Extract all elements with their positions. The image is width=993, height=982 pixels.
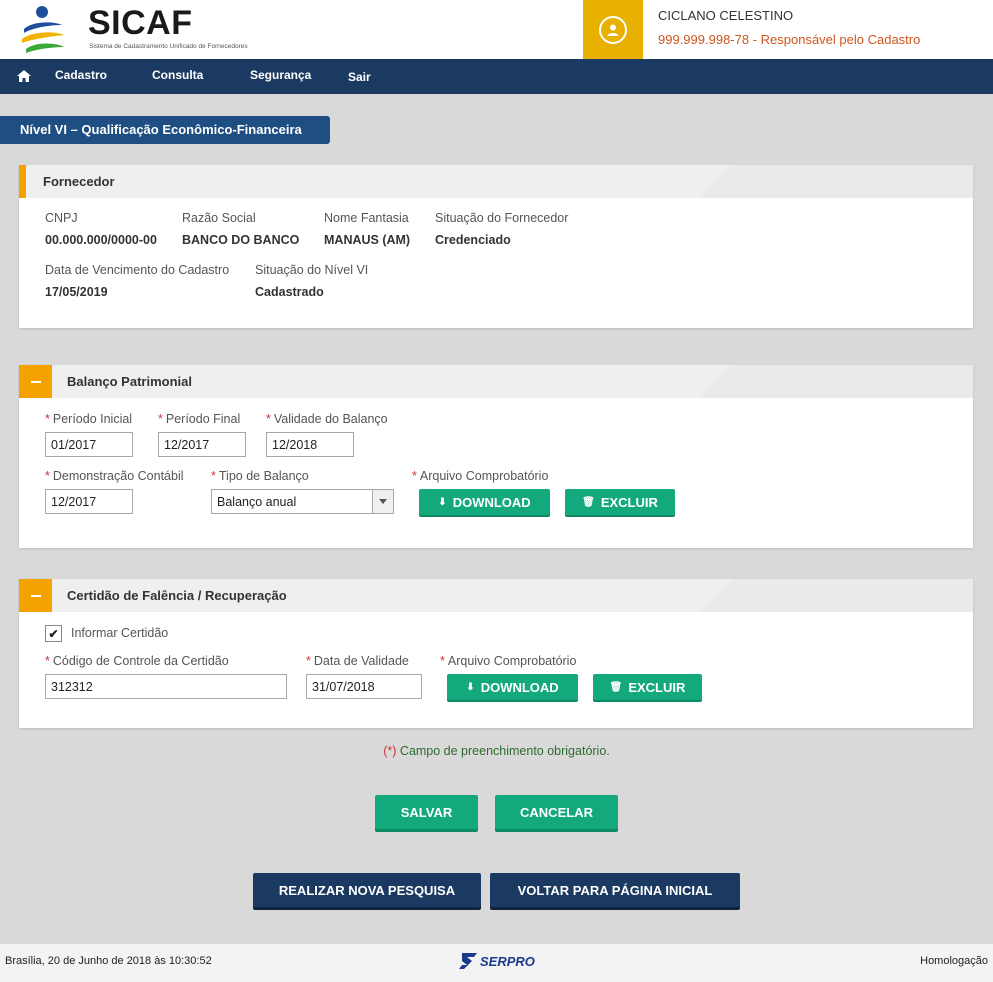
periodo-final-input[interactable] <box>158 432 246 457</box>
collapse-certidao-button[interactable] <box>19 579 52 612</box>
demonstracao-input[interactable] <box>45 489 133 514</box>
validade-balanco-label: * Validade do Balanço <box>266 412 388 426</box>
page-title: Nível VI – Qualificação Econômico-Financ… <box>0 116 330 144</box>
brand-subtitle: Sistema de Cadastramento Unificado de Fo… <box>89 43 248 50</box>
cnpj-value: 00.000.000/0000-00 <box>45 233 157 247</box>
data-validade-label: * Data de Validade <box>306 654 409 668</box>
download-icon: ⬇ <box>466 681 475 693</box>
balanco-title: Balanço Patrimonial <box>67 374 192 389</box>
app-header: SICAF Sistema de Cadastramento Unificado… <box>0 0 993 59</box>
fornecedor-title: Fornecedor <box>43 174 115 189</box>
demonstracao-label: * Demonstração Contábil <box>45 469 184 483</box>
certidao-panel: Certidão de Falência / Recuperação ✔ Inf… <box>19 579 973 728</box>
nav-sair[interactable]: Sair <box>348 70 371 84</box>
nome-fantasia-value: MANAUS (AM) <box>324 233 411 247</box>
razao-social-label: Razão Social <box>182 211 256 225</box>
salvar-button[interactable]: SALVAR <box>375 795 478 829</box>
balanco-panel: Balanço Patrimonial *Período Inicial *Pe… <box>19 365 973 548</box>
tipo-balanco-select[interactable]: Balanço anual <box>211 489 394 514</box>
situacao-nivel-value: Cadastrado <box>255 285 324 299</box>
periodo-inicial-label: * Período Inicial <box>45 412 133 426</box>
minus-icon <box>30 380 41 383</box>
nav-cadastro[interactable]: Cadastro <box>55 68 107 82</box>
balanco-panel-header: Balanço Patrimonial <box>19 365 973 398</box>
user-icon <box>599 15 627 44</box>
download-icon: ⬇ <box>438 496 447 508</box>
data-validade-input[interactable] <box>306 674 422 699</box>
cnpj-label: CNPJ <box>45 211 78 225</box>
trash-icon: 🗑 <box>609 681 623 693</box>
cancelar-button[interactable]: CANCELAR <box>495 795 618 829</box>
nav-seguranca[interactable]: Segurança <box>250 68 311 82</box>
certidao-title: Certidão de Falência / Recuperação <box>67 588 287 603</box>
home-icon[interactable] <box>16 68 32 84</box>
informar-certidao-checkbox[interactable]: ✔ <box>45 625 62 642</box>
periodo-final-label: * Período Final <box>158 412 241 426</box>
pagina-inicial-button[interactable]: VOLTAR PARA PÁGINA INICIAL <box>490 873 740 907</box>
excluir-certidao-button[interactable]: 🗑 EXCLUIR <box>593 674 702 700</box>
collapse-balanco-button[interactable] <box>19 365 52 398</box>
tipo-balanco-label: * Tipo de Balanço <box>211 469 309 483</box>
main-navbar: Cadastro Consulta Segurança Sair <box>0 59 993 94</box>
arquivo-balanco-label: * Arquivo Comprobatório <box>412 469 549 483</box>
nav-consulta[interactable]: Consulta <box>152 68 203 82</box>
situacao-nivel-label: Situação do Nível VI <box>255 263 369 277</box>
codigo-controle-label: * Código de Controle da Certidão <box>45 654 229 668</box>
periodo-inicial-input[interactable] <box>45 432 133 457</box>
serpro-icon <box>459 953 477 969</box>
user-role: 999.999.998-78 - Responsável pelo Cadast… <box>658 32 921 47</box>
informar-certidao-label: Informar Certidão <box>71 626 169 640</box>
arquivo-certidao-label: * Arquivo Comprobatório <box>440 654 577 668</box>
download-balanco-button[interactable]: ⬇ DOWNLOAD <box>419 489 550 515</box>
user-avatar[interactable] <box>583 0 643 59</box>
required-note: (*) Campo de preenchimento obrigatório. <box>383 744 610 758</box>
vencimento-label: Data de Vencimento do Cadastro <box>45 263 230 277</box>
fornecedor-panel: Fornecedor CNPJ 00.000.000/0000-00 Razão… <box>19 165 973 328</box>
trash-icon: 🗑 <box>582 496 595 508</box>
footer-date: Brasília, 20 de Junho de 2018 às 10:30:5… <box>5 955 212 967</box>
environment-label: Homologação <box>920 955 988 967</box>
check-icon: ✔ <box>48 626 59 641</box>
download-certidao-button[interactable]: ⬇ DOWNLOAD <box>447 674 578 700</box>
serpro-logo: SERPRO <box>458 952 535 970</box>
minus-icon <box>30 594 41 597</box>
codigo-controle-input[interactable] <box>45 674 287 699</box>
validade-balanco-input[interactable] <box>266 432 354 457</box>
tipo-balanco-value: Balanço anual <box>217 495 297 509</box>
fornecedor-panel-header: Fornecedor <box>19 165 973 198</box>
chevron-down-icon <box>372 490 393 513</box>
sicaf-logo-icon <box>22 6 64 53</box>
user-name: CICLANO CELESTINO <box>658 8 794 23</box>
vencimento-value: 17/05/2019 <box>45 285 108 299</box>
excluir-balanco-button[interactable]: 🗑 EXCLUIR <box>565 489 675 515</box>
razao-social-value: BANCO DO BANCO <box>182 233 300 247</box>
situacao-fornecedor-label: Situação do Fornecedor <box>435 211 569 225</box>
certidao-panel-header: Certidão de Falência / Recuperação <box>19 579 973 612</box>
situacao-fornecedor-value: Credenciado <box>435 233 511 247</box>
footer: Brasília, 20 de Junho de 2018 às 10:30:5… <box>0 944 993 982</box>
nova-pesquisa-button[interactable]: REALIZAR NOVA PESQUISA <box>253 873 481 907</box>
nome-fantasia-label: Nome Fantasia <box>324 211 409 225</box>
brand-name: SICAF <box>88 4 193 42</box>
